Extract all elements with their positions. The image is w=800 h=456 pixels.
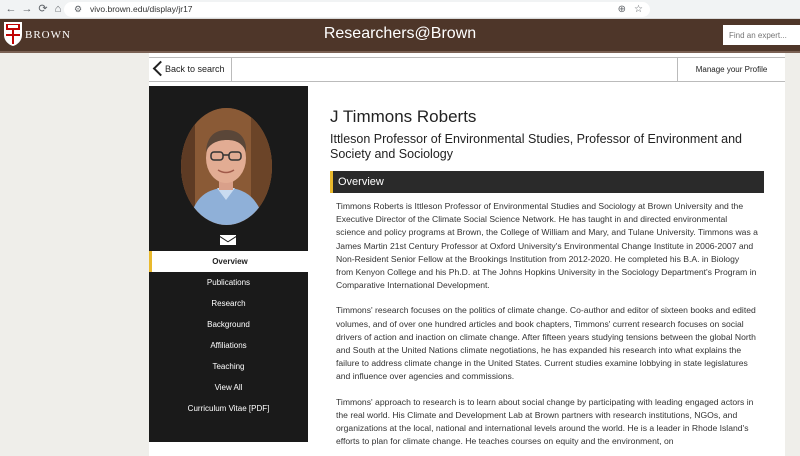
reload-icon[interactable]: ⟳: [36, 2, 50, 16]
site-title[interactable]: Researchers@Brown: [0, 25, 800, 43]
zoom-icon[interactable]: ⊕: [618, 2, 626, 17]
profile-title: Ittleson Professor of Environmental Stud…: [330, 132, 743, 161]
overview-paragraph: Timmons Roberts is Ittleson Professor of…: [336, 201, 758, 291]
address-bar[interactable]: ⚙ vivo.brown.edu/display/jr17 ⊕ ☆: [64, 2, 650, 17]
manage-profile-link[interactable]: Manage your Profile: [677, 58, 785, 81]
profile-sidebar: Overview Publications Research Backgroun…: [149, 86, 308, 442]
profile-nav: Overview Publications Research Backgroun…: [149, 251, 308, 419]
nav-item-teaching[interactable]: Teaching: [149, 356, 308, 377]
url-text: vivo.brown.edu/display/jr17: [90, 4, 193, 14]
search-input[interactable]: [723, 25, 800, 45]
nav-item-publications[interactable]: Publications: [149, 272, 308, 293]
nav-item-research[interactable]: Research: [149, 293, 308, 314]
overview-paragraph: Timmons' research focuses on the politic…: [336, 305, 756, 382]
back-to-search-button[interactable]: Back to search: [149, 58, 232, 81]
nav-item-view-all[interactable]: View All: [149, 377, 308, 398]
overview-heading: Overview: [330, 171, 764, 193]
site-info-icon[interactable]: ⚙: [74, 2, 82, 17]
profile-page: Back to search Manage your Profile Overv…: [149, 53, 785, 456]
forward-arrow-icon[interactable]: →: [20, 2, 34, 16]
back-to-search-label: Back to search: [165, 64, 225, 74]
profile-name: J Timmons Roberts: [330, 107, 477, 126]
browser-toolbar: ← → ⟳ ⌂ ⚙ vivo.brown.edu/display/jr17 ⊕ …: [0, 0, 800, 19]
email-icon[interactable]: [220, 235, 236, 245]
nav-item-cv-pdf[interactable]: Curriculum Vitae [PDF]: [149, 398, 308, 419]
nav-item-affiliations[interactable]: Affiliations: [149, 335, 308, 356]
site-header: BROWN Researchers@Brown: [0, 19, 800, 51]
bookmark-star-icon[interactable]: ☆: [634, 2, 643, 17]
nav-item-background[interactable]: Background: [149, 314, 308, 335]
profile-toolbar: Back to search Manage your Profile: [149, 57, 785, 82]
home-icon[interactable]: ⌂: [51, 2, 65, 16]
nav-item-overview[interactable]: Overview: [149, 251, 308, 272]
profile-photo: [181, 108, 272, 225]
portrait-image: [181, 108, 272, 225]
back-arrow-icon[interactable]: ←: [4, 2, 18, 16]
profile-main: J Timmons Roberts Ittleson Professor of …: [330, 107, 764, 448]
overview-paragraph: Timmons' approach to research is to lear…: [336, 396, 754, 447]
